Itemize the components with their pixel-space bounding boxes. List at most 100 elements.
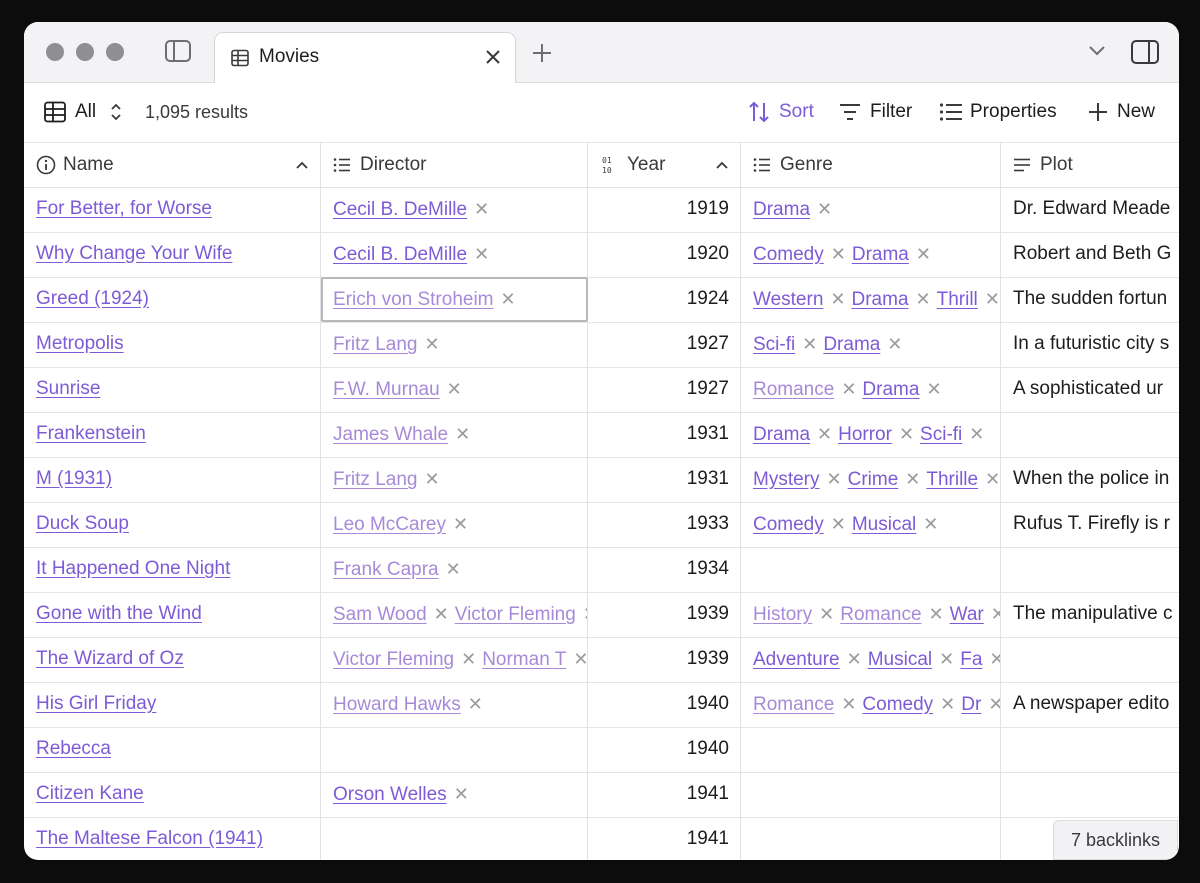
cell-director[interactable]: Victor Fleming ✕ Norman T ✕	[321, 637, 588, 682]
cell-plot[interactable]	[1001, 637, 1179, 682]
genre-link[interactable]: History	[753, 604, 812, 625]
cell-name[interactable]: For Better, for Worse	[24, 187, 321, 232]
cell-genre[interactable]	[741, 547, 1001, 592]
director-link[interactable]: Howard Hawks	[333, 694, 461, 715]
cell-name[interactable]: Citizen Kane	[24, 772, 321, 817]
cell-director[interactable]: Fritz Lang ✕	[321, 322, 588, 367]
cell-genre[interactable]: Mystery ✕ Crime ✕ Thrille ✕	[741, 457, 1001, 502]
genre-link[interactable]: Drama	[753, 199, 810, 220]
remove-tag-icon[interactable]: ✕	[817, 424, 832, 444]
cell-genre[interactable]: Sci-fi ✕ Drama ✕	[741, 322, 1001, 367]
director-link[interactable]: Victor Fleming	[333, 649, 454, 670]
director-link[interactable]: Victor Fleming	[455, 604, 576, 625]
genre-link[interactable]: Thrill	[937, 289, 978, 310]
cell-director[interactable]	[321, 817, 588, 860]
cell-plot[interactable]: Robert and Beth G	[1001, 232, 1179, 277]
remove-tag-icon[interactable]: ✕	[923, 514, 938, 534]
cell-name[interactable]: The Wizard of Oz	[24, 637, 321, 682]
director-link[interactable]: Cecil B. DeMille	[333, 244, 467, 265]
cell-name[interactable]: Rebecca	[24, 727, 321, 772]
movie-title-link[interactable]: Greed (1924)	[36, 287, 149, 311]
remove-tag-icon[interactable]: ✕	[940, 694, 955, 714]
director-link[interactable]: Cecil B. DeMille	[333, 199, 467, 220]
genre-link[interactable]: Drama	[852, 244, 909, 265]
cell-year[interactable]: 1927	[588, 367, 741, 412]
cell-plot[interactable]	[1001, 547, 1179, 592]
new-button[interactable]: New	[1117, 100, 1155, 124]
director-link[interactable]: Fritz Lang	[333, 334, 417, 355]
genre-link[interactable]: Romance	[840, 604, 921, 625]
remove-tag-icon[interactable]: ✕	[573, 649, 587, 669]
director-link[interactable]: Sam Wood	[333, 604, 427, 625]
filter-icon[interactable]	[839, 102, 861, 122]
remove-tag-icon[interactable]: ✕	[434, 604, 449, 624]
minimize-window-button[interactable]	[76, 43, 94, 61]
genre-link[interactable]: Western	[753, 289, 823, 310]
genre-link[interactable]: Drama	[823, 334, 880, 355]
director-link[interactable]: Frank Capra	[333, 559, 439, 580]
movie-title-link[interactable]: Metropolis	[36, 332, 124, 356]
cell-name[interactable]: Why Change Your Wife	[24, 232, 321, 277]
remove-tag-icon[interactable]: ✕	[453, 514, 468, 534]
remove-tag-icon[interactable]: ✕	[988, 694, 1000, 714]
cell-year[interactable]: 1940	[588, 682, 741, 727]
cell-genre[interactable]	[741, 817, 1001, 860]
cell-genre[interactable]: Comedy ✕ Musical ✕	[741, 502, 1001, 547]
sort-arrows-icon[interactable]	[747, 100, 771, 124]
cell-name[interactable]: Duck Soup	[24, 502, 321, 547]
remove-tag-icon[interactable]: ✕	[939, 649, 954, 669]
cell-name[interactable]: It Happened One Night	[24, 547, 321, 592]
cell-director[interactable]: Frank Capra ✕	[321, 547, 588, 592]
column-header-plot[interactable]: Plot	[1001, 143, 1179, 187]
cell-plot[interactable]: Rufus T. Firefly is r	[1001, 502, 1179, 547]
movie-title-link[interactable]: The Maltese Falcon (1941)	[36, 827, 263, 851]
cell-director[interactable]	[321, 727, 588, 772]
genre-link[interactable]: Mystery	[753, 469, 820, 490]
remove-tag-icon[interactable]: ✕	[841, 694, 856, 714]
column-header-director[interactable]: Director	[321, 143, 588, 187]
genre-link[interactable]: Thrille	[926, 469, 978, 490]
cell-name[interactable]: Frankenstein	[24, 412, 321, 457]
cell-name[interactable]: M (1931)	[24, 457, 321, 502]
close-window-button[interactable]	[46, 43, 64, 61]
director-link[interactable]: Erich von Stroheim	[333, 289, 494, 310]
remove-tag-icon[interactable]: ✕	[985, 289, 1000, 309]
cell-name[interactable]: Sunrise	[24, 367, 321, 412]
cell-director[interactable]: Fritz Lang ✕	[321, 457, 588, 502]
remove-tag-icon[interactable]: ✕	[989, 649, 1000, 669]
remove-tag-icon[interactable]: ✕	[461, 649, 476, 669]
remove-tag-icon[interactable]: ✕	[501, 289, 516, 309]
cell-year[interactable]: 1940	[588, 727, 741, 772]
cell-genre[interactable]: Romance ✕ Drama ✕	[741, 367, 1001, 412]
close-icon[interactable]	[483, 47, 503, 67]
director-link[interactable]: Fritz Lang	[333, 469, 417, 490]
list-icon[interactable]	[939, 102, 963, 122]
cell-director[interactable]: James Whale ✕	[321, 412, 588, 457]
column-header-genre[interactable]: Genre	[741, 143, 1001, 187]
cell-plot[interactable]: When the police in	[1001, 457, 1179, 502]
genre-link[interactable]: Drama	[862, 379, 919, 400]
cell-director[interactable]: Cecil B. DeMille ✕	[321, 232, 588, 277]
cell-year[interactable]: 1939	[588, 637, 741, 682]
cell-genre[interactable]	[741, 727, 1001, 772]
cell-year[interactable]: 1931	[588, 412, 741, 457]
movie-title-link[interactable]: Why Change Your Wife	[36, 242, 232, 266]
remove-tag-icon[interactable]: ✕	[926, 379, 941, 399]
genre-link[interactable]: Adventure	[753, 649, 840, 670]
genre-link[interactable]: Sci-fi	[753, 334, 795, 355]
view-selector[interactable]: All	[75, 100, 96, 124]
cell-genre[interactable]: Western ✕ Drama ✕ Thrill ✕	[741, 277, 1001, 322]
cell-director[interactable]: Sam Wood✕Victor Fleming✕	[321, 592, 588, 637]
genre-link[interactable]: Musical	[868, 649, 932, 670]
cell-year[interactable]: 1920	[588, 232, 741, 277]
cell-plot[interactable]	[1001, 727, 1179, 772]
sort-button[interactable]: Sort	[779, 100, 814, 124]
remove-tag-icon[interactable]: ✕	[899, 424, 914, 444]
genre-link[interactable]: Horror	[838, 424, 892, 445]
remove-tag-icon[interactable]: ✕	[831, 514, 846, 534]
director-link[interactable]: Orson Welles	[333, 784, 447, 805]
remove-tag-icon[interactable]: ✕	[847, 649, 862, 669]
movie-title-link[interactable]: Duck Soup	[36, 512, 129, 536]
remove-tag-icon[interactable]: ✕	[424, 469, 439, 489]
filter-button[interactable]: Filter	[870, 100, 912, 124]
